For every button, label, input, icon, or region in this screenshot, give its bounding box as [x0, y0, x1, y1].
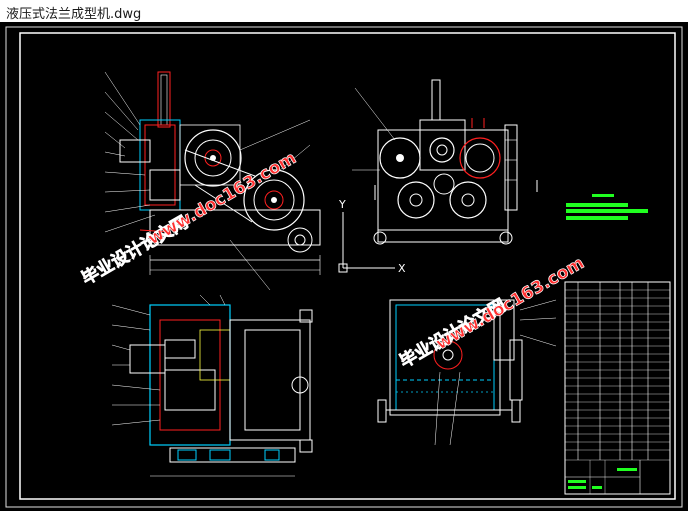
section-view — [111, 294, 313, 477]
watermark-group-2: 毕业设计论文网 www.doc163.com — [396, 253, 589, 373]
window-titlebar: 液压式法兰成型机.dwg — [0, 0, 688, 23]
title-block — [564, 281, 671, 495]
ucs-icon: Y X — [338, 198, 406, 275]
green-legend — [566, 194, 648, 220]
cad-canvas[interactable]: Y X 毕业设计论文网 www.doc163.com 毕业设计论文网 www.d… — [0, 22, 688, 511]
axis-y-label: Y — [338, 198, 346, 211]
side-view — [352, 79, 538, 245]
drawing-svg: Y X 毕业设计论文网 www.doc163.com 毕业设计论文网 www.d… — [5, 26, 683, 508]
axis-x-label: X — [398, 262, 406, 275]
window-title: 液压式法兰成型机.dwg — [6, 7, 142, 22]
